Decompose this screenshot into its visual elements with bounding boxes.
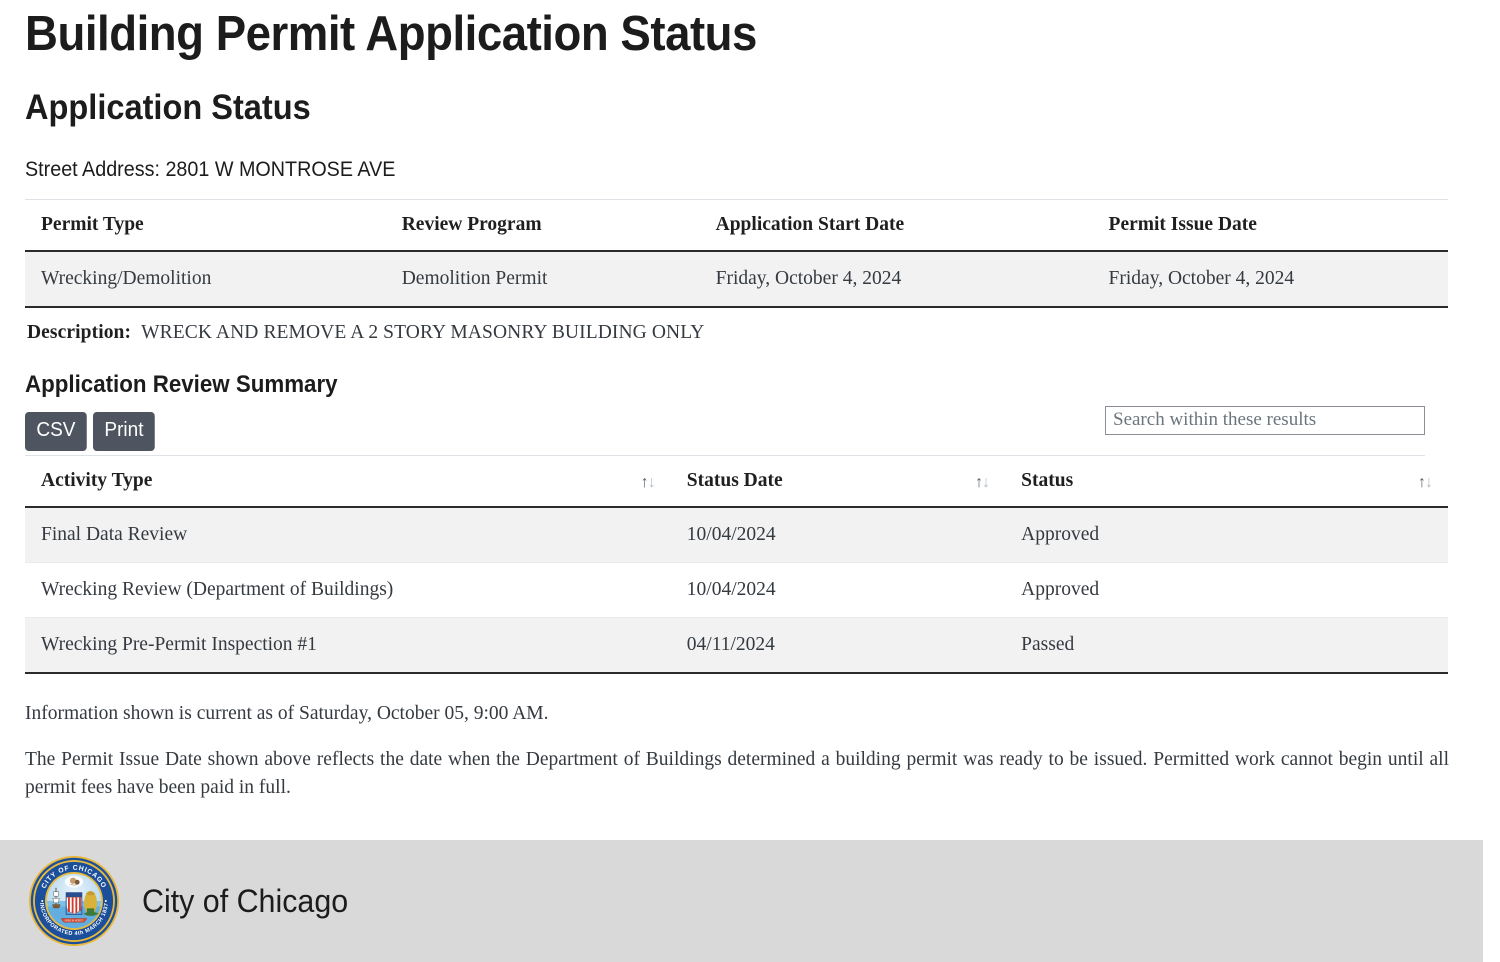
description-label: Description: — [27, 322, 132, 344]
cell-permit-type: Wrecking/Demolition — [25, 251, 386, 309]
site-footer: URBS IN HORTO CITY OF CHICAGO INCORPORAT… — [0, 840, 1483, 962]
col-header-status[interactable]: Status ↑↓ — [1005, 455, 1448, 508]
city-of-chicago-seal-icon: URBS IN HORTO CITY OF CHICAGO INCORPORAT… — [28, 855, 120, 947]
page-root: Building Permit Application Status Appli… — [0, 0, 1500, 962]
section-title-application-status: Application Status — [25, 87, 311, 127]
sort-ascending-icon: ↑ — [640, 473, 649, 491]
section-title-review-summary: Application Review Summary — [25, 371, 338, 399]
review-table-header-row: Activity Type ↑↓ Status Date ↑↓ Status ↑… — [25, 455, 1448, 508]
cell-status: Passed — [1005, 616, 1448, 674]
page-content: Building Permit Application Status Appli… — [0, 0, 1450, 803]
sort-descending-icon: ↓ — [1425, 473, 1433, 491]
street-address: Street Address: 2801 W MONTROSE AVE — [25, 158, 396, 182]
col-header-status-label: Status — [1021, 469, 1074, 491]
sort-toggle-status[interactable]: ↑↓ — [1418, 473, 1433, 492]
col-header-application-start-date: Application Start Date — [699, 199, 1093, 253]
footer-right-gap — [1483, 840, 1500, 962]
cell-review-program: Demolition Permit — [385, 251, 700, 309]
table-row: Wrecking Review (Department of Buildings… — [25, 561, 1448, 618]
cell-application-start-date: Friday, October 4, 2024 — [699, 251, 1093, 309]
col-header-status-date[interactable]: Status Date ↑↓ — [670, 455, 1006, 508]
description-line: Description: WRECK AND REMOVE A 2 STORY M… — [25, 308, 1425, 344]
col-header-permit-type: Permit Type — [25, 199, 386, 253]
print-button[interactable]: Print — [93, 411, 155, 451]
sort-toggle-activity-type[interactable]: ↑↓ — [640, 473, 656, 492]
footer-city-label: City of Chicago — [142, 882, 349, 919]
table-row: Wrecking Pre-Permit Inspection #1 04/11/… — [25, 616, 1448, 674]
cell-status: Approved — [1005, 561, 1448, 618]
note-current-as-of: Information shown is current as of Satur… — [25, 702, 549, 724]
sort-descending-icon: ↓ — [982, 473, 990, 491]
review-summary-heading-wrap: Application Review Summary — [25, 344, 1425, 399]
application-review-summary-table: Activity Type ↑↓ Status Date ↑↓ Status ↑… — [25, 455, 1448, 674]
cell-activity-type: Wrecking Review (Department of Buildings… — [25, 561, 671, 618]
cell-activity-type: Final Data Review — [25, 506, 671, 563]
cell-permit-issue-date: Friday, October 4, 2024 — [1092, 251, 1448, 309]
cell-status-date: 10/04/2024 — [670, 506, 1006, 563]
search-input[interactable] — [1105, 405, 1425, 435]
sort-descending-icon: ↓ — [647, 473, 656, 491]
description-value: WRECK AND REMOVE A 2 STORY MASONRY BUILD… — [141, 322, 705, 344]
permit-table-head: Permit Type Review Program Application S… — [25, 199, 1448, 253]
review-table-body: Final Data Review 10/04/2024 Approved Wr… — [25, 506, 1448, 674]
permit-table-body: Wrecking/Demolition Demolition Permit Fr… — [25, 251, 1448, 309]
csv-export-button[interactable]: CSV — [25, 411, 87, 451]
table-row: Wrecking/Demolition Demolition Permit Fr… — [25, 251, 1448, 309]
sort-toggle-status-date[interactable]: ↑↓ — [975, 473, 990, 492]
permit-details-table: Permit Type Review Program Application S… — [25, 199, 1448, 309]
cell-activity-type: Wrecking Pre-Permit Inspection #1 — [25, 616, 671, 674]
cell-status-date: 04/11/2024 — [670, 616, 1006, 674]
review-table-head: Activity Type ↑↓ Status Date ↑↓ Status ↑… — [25, 455, 1448, 508]
export-button-group: CSV Print — [25, 411, 158, 451]
col-header-activity-type-label: Activity Type — [41, 469, 153, 491]
col-header-permit-issue-date: Permit Issue Date — [1092, 199, 1448, 253]
cell-status: Approved — [1005, 506, 1448, 563]
toolbar-divider — [25, 454, 1425, 456]
cell-status-date: 10/04/2024 — [670, 561, 1006, 618]
review-summary-toolbar: CSV Print — [25, 405, 1425, 456]
table-row: Final Data Review 10/04/2024 Approved — [25, 506, 1448, 563]
sort-ascending-icon: ↑ — [1418, 473, 1426, 491]
note-permit-disclaimer: The Permit Issue Date shown above reflec… — [25, 749, 1449, 799]
col-header-status-date-label: Status Date — [686, 469, 783, 491]
col-header-review-program: Review Program — [385, 199, 700, 253]
page-title: Building Permit Application Status — [25, 7, 757, 61]
col-header-activity-type[interactable]: Activity Type ↑↓ — [25, 455, 671, 508]
permit-table-header-row: Permit Type Review Program Application S… — [25, 199, 1448, 253]
svg-text:URBS IN HORTO: URBS IN HORTO — [65, 920, 84, 923]
